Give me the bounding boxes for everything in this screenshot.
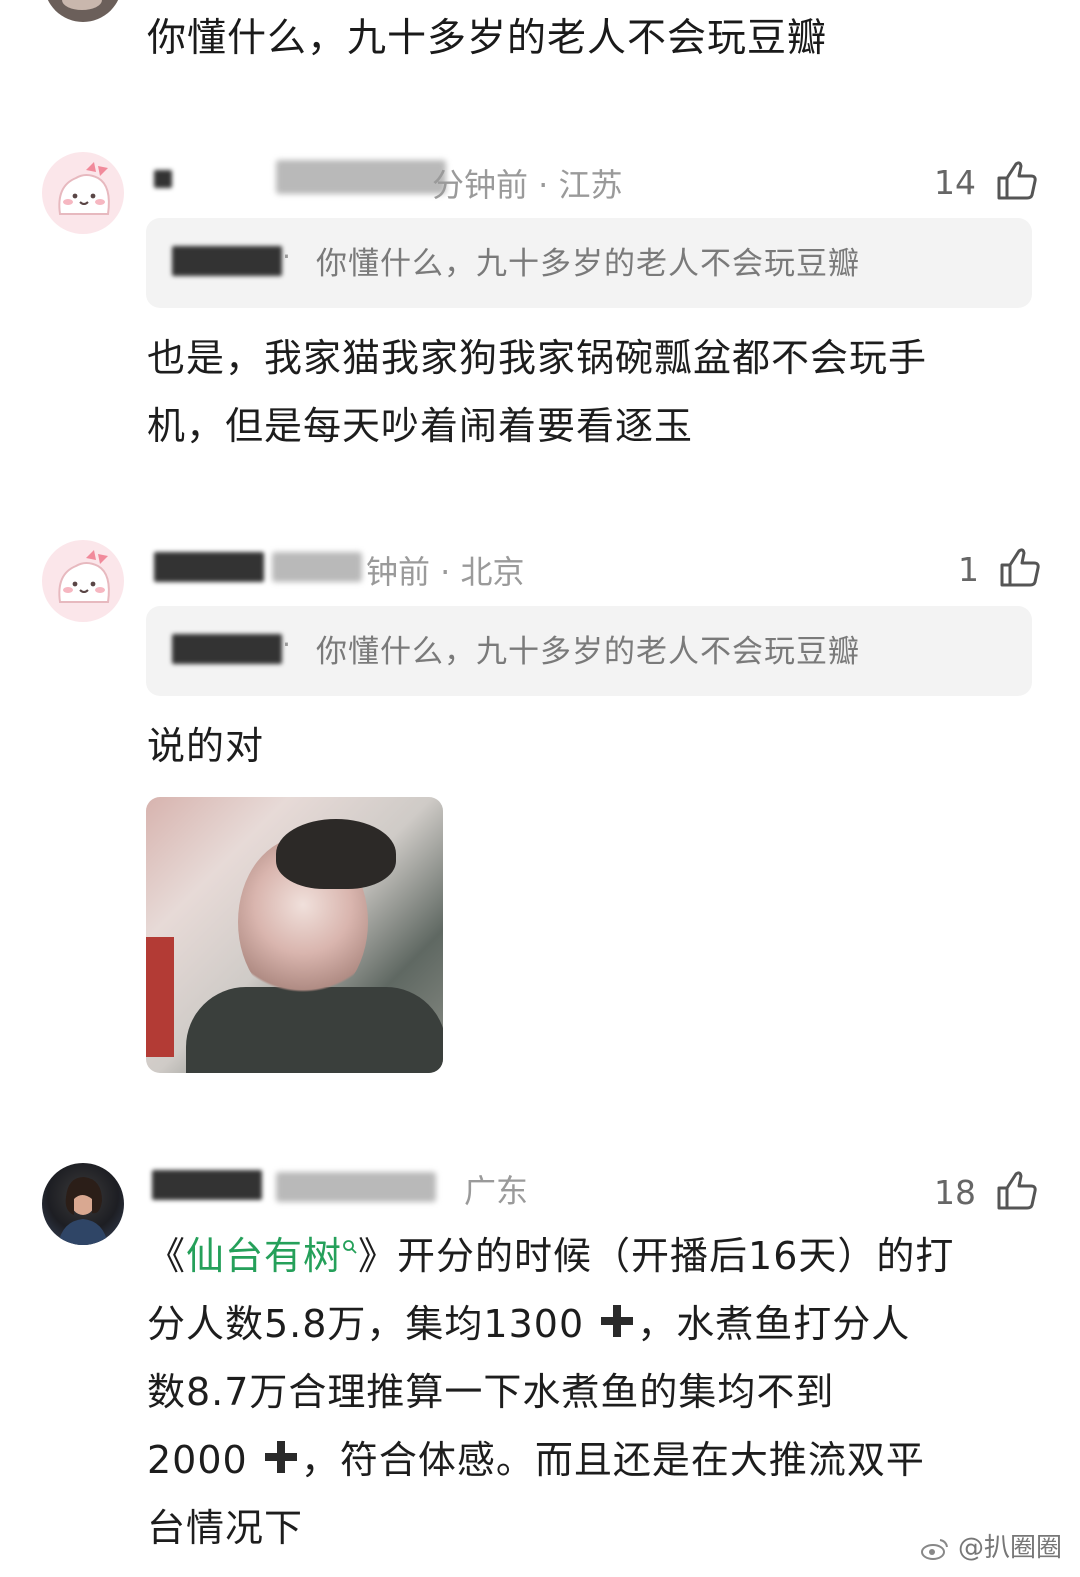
comment-fragment: 》开分的时候（开播后16天）的打	[358, 1234, 955, 1278]
redacted-time	[276, 1172, 436, 1202]
comment-line: 也是，我家猫我家狗我家锅碗瓢盆都不会玩手	[147, 336, 928, 380]
comment-line: 台情况下	[147, 1506, 304, 1550]
avatar[interactable]	[42, 540, 124, 622]
avatar[interactable]	[44, 0, 122, 22]
comment-line: 数8.7万合理推算一下水煮鱼的集均不到	[147, 1370, 835, 1414]
search-icon	[343, 1240, 357, 1254]
like-button[interactable]: 18	[934, 1168, 1039, 1212]
like-button[interactable]: 14	[934, 158, 1039, 202]
like-count: 18	[934, 1173, 976, 1212]
quoted-username	[172, 246, 282, 276]
watermark-text: @扒圈圈	[957, 1533, 1062, 1563]
like-count: 14	[934, 163, 976, 202]
comment-meta: 钟前 · 北京	[366, 553, 525, 591]
weibo-logo-icon	[920, 1539, 948, 1560]
thumbs-up-icon	[1000, 548, 1040, 587]
comment-fragment: 分人数5.8万，集均1300	[147, 1302, 585, 1346]
meme-image[interactable]	[146, 797, 443, 1073]
like-button[interactable]: 1	[958, 545, 1042, 589]
comment-text: 说的对	[147, 724, 265, 768]
comment-line: 机，但是每天吵着闹着要看逐玉	[147, 404, 694, 448]
cartoon-avatar-icon	[58, 162, 110, 215]
comment-line: 2000 ，符合体感。而且还是在大推流双平	[147, 1426, 1047, 1494]
topic-link-label: 仙台有树	[186, 1234, 343, 1278]
redacted-time	[276, 160, 446, 194]
comment-line: 分人数5.8万，集均1300 ，水煮鱼打分人	[147, 1290, 1047, 1358]
username[interactable]	[154, 552, 264, 582]
comment-fragment: 2000	[147, 1438, 248, 1482]
avatar[interactable]	[42, 1163, 124, 1245]
quoted-username	[172, 634, 282, 664]
thumbs-up-icon	[997, 1171, 1037, 1210]
avatar[interactable]	[42, 152, 124, 234]
comment-text: 也是，我家猫我家狗我家锅碗瓢盆都不会玩手 机，但是每天吵着闹着要看逐玉	[147, 324, 927, 460]
comment-line: 《仙台有树 》开分的时候（开播后16天）的打	[147, 1222, 1047, 1290]
redacted-time	[272, 552, 362, 582]
comment-fragment: ，符合体感。而且还是在大推流双平	[300, 1438, 925, 1482]
hair-shape	[276, 819, 396, 889]
thumbs-up-icon	[997, 161, 1037, 200]
separator: ·	[282, 240, 291, 273]
topic-link[interactable]: 仙台有树	[186, 1234, 358, 1278]
quoted-text: 你懂什么，九十多岁的老人不会玩豆瓣	[316, 634, 860, 670]
plus-icon	[264, 1441, 297, 1473]
portrait-avatar-icon	[58, 1177, 108, 1245]
can-shape	[146, 937, 174, 1057]
comment-meta: 分钟前 · 江苏	[432, 166, 623, 204]
separator: ·	[282, 628, 291, 661]
comment-text: 《仙台有树 》开分的时候（开播后16天）的打 分人数5.8万，集均1300 ，水煮…	[147, 1222, 1047, 1562]
username[interactable]	[152, 1170, 262, 1200]
comment-meta: 广东	[464, 1172, 529, 1210]
quoted-comment[interactable]: · 你懂什么，九十多岁的老人不会玩豆瓣	[146, 606, 1032, 696]
watermark: @扒圈圈	[920, 1527, 1062, 1564]
cartoon-avatar-icon	[58, 550, 110, 603]
comment-text: 你懂什么，九十多岁的老人不会玩豆瓣	[147, 16, 828, 61]
comment-fragment: ，水煮鱼打分人	[637, 1302, 911, 1346]
username[interactable]	[154, 170, 172, 188]
plus-icon	[601, 1305, 634, 1337]
bracket: 《	[147, 1234, 187, 1278]
quoted-text: 你懂什么，九十多岁的老人不会玩豆瓣	[316, 246, 860, 282]
like-count: 1	[958, 550, 979, 589]
quoted-comment[interactable]: · 你懂什么，九十多岁的老人不会玩豆瓣	[146, 218, 1032, 308]
